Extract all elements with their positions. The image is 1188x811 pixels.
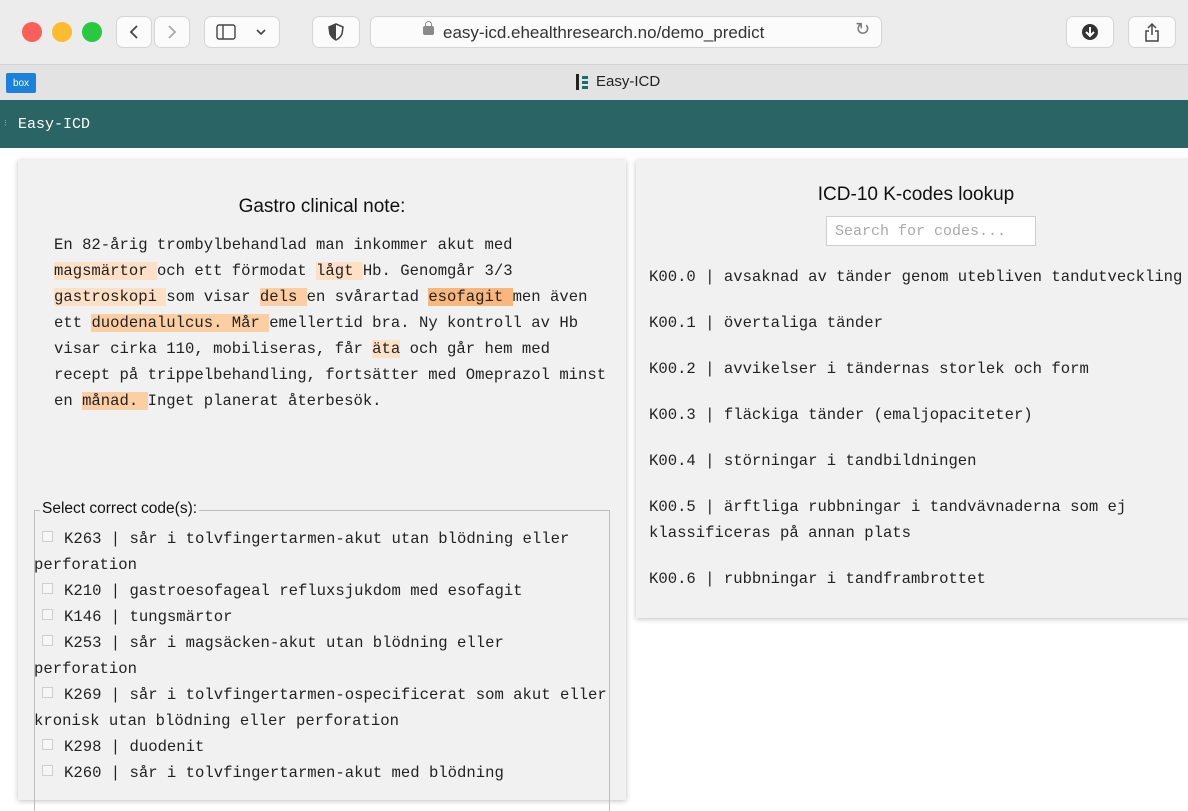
note-segment: En 82-årig trombylbehandlad man inkommer… — [54, 236, 513, 254]
highlighted-term: gastroskopi — [54, 288, 167, 306]
icd-code-item[interactable]: K00.4 | störningar i tandbildningen — [649, 448, 1188, 474]
download-icon — [1082, 24, 1098, 40]
app-title[interactable]: Easy-ICD — [18, 116, 90, 133]
chevron-down-icon — [256, 29, 266, 36]
note-title: Gastro clinical note: — [238, 196, 406, 217]
back-button[interactable] — [116, 16, 152, 48]
sidebar-toggle-button[interactable] — [204, 16, 280, 48]
note-segment: en svårartad — [306, 288, 429, 306]
tab-title-label: Easy-ICD — [596, 73, 661, 90]
note-segment: Inget planerat återbesök. — [147, 392, 382, 410]
code-option-label: K146 | tungsmärtor — [64, 608, 233, 626]
highlighted-term: lågt — [316, 262, 363, 280]
icd-code-item[interactable]: K00.3 | fläckiga tänder (emaljopaciteter… — [649, 402, 1188, 428]
code-option[interactable]: K269 | sår i tolvfingertarmen-ospecifice… — [34, 682, 608, 734]
share-icon — [1145, 22, 1159, 42]
sidebar-icon — [216, 24, 236, 40]
clinical-note-card: Gastro clinical note: En 82-årig trombyl… — [18, 160, 626, 811]
highlighted-term: magsmärtor — [54, 262, 157, 280]
reload-icon[interactable]: ↻ — [855, 19, 870, 40]
chevron-right-icon — [168, 25, 177, 39]
highlighted-term: äta — [372, 340, 401, 358]
checkbox[interactable] — [42, 765, 53, 776]
code-option[interactable]: K253 | sår i magsäcken-akut utan blödnin… — [34, 630, 608, 682]
code-option-label: K253 | sår i magsäcken-akut utan blödnin… — [34, 634, 504, 678]
code-option-label: K298 | duodenit — [64, 738, 205, 756]
icd-code-list: K00.0 | avsaknad av tänder genom utebliv… — [649, 264, 1188, 612]
url-text: easy-icd.ehealthresearch.no/demo_predict — [443, 23, 765, 42]
forward-button[interactable] — [154, 16, 190, 48]
icd-code-item[interactable]: K00.6 | rubbningar i tandframbrottet — [649, 566, 1188, 592]
shield-icon — [328, 23, 344, 41]
checkbox[interactable] — [42, 635, 53, 646]
icd-code-item[interactable]: K00.0 | avsaknad av tänder genom utebliv… — [649, 264, 1188, 290]
code-selection-legend: Select correct code(s): — [40, 500, 200, 518]
zoom-window-icon[interactable] — [82, 22, 102, 42]
lock-icon — [423, 21, 434, 35]
highlighted-term: månad. — [82, 392, 148, 410]
checkbox[interactable] — [42, 687, 53, 698]
code-option[interactable]: K298 | duodenit — [34, 734, 608, 760]
privacy-shield-button[interactable] — [312, 16, 360, 48]
code-option[interactable]: K263 | sår i tolvfingertarmen-akut utan … — [34, 526, 608, 578]
easy-icd-logo-icon: ⁝ — [4, 119, 7, 129]
checkbox[interactable] — [42, 583, 53, 594]
note-segment: Hb. Genomgår 3/3 — [362, 262, 513, 280]
lookup-title: ICD-10 K-codes lookup — [817, 184, 1015, 205]
app-header: ⁝ Easy-ICD — [0, 100, 1188, 148]
note-segment: som visar — [166, 288, 260, 306]
icd-lookup-card: ICD-10 K-codes lookup K00.0 | avsaknad a… — [636, 160, 1188, 618]
code-option-label: K269 | sår i tolvfingertarmen-ospecifice… — [34, 686, 607, 730]
clinical-note-text: En 82-årig trombylbehandlad man inkommer… — [54, 232, 614, 414]
address-bar[interactable]: easy-icd.ehealthresearch.no/demo_predict… — [370, 16, 882, 48]
tab-bar: box Easy-ICD — [0, 64, 1188, 100]
code-option[interactable]: K260 | sår i tolvfingertarmen-akut med b… — [34, 760, 608, 786]
highlighted-term: duodenalulcus. Mår — [91, 314, 270, 332]
checkbox[interactable] — [42, 739, 53, 750]
checkbox[interactable] — [42, 531, 53, 542]
code-option-label: K260 | sår i tolvfingertarmen-akut med b… — [64, 764, 504, 782]
highlighted-term: esofagit — [428, 288, 513, 306]
code-search-input[interactable] — [826, 216, 1036, 246]
active-tab[interactable]: Easy-ICD — [576, 73, 660, 90]
downloads-button[interactable] — [1066, 16, 1114, 48]
minimize-window-icon[interactable] — [52, 22, 72, 42]
close-window-icon[interactable] — [22, 22, 42, 42]
easy-icd-logo-icon — [576, 73, 590, 90]
checkbox[interactable] — [42, 609, 53, 620]
box-bookmark[interactable]: box — [6, 73, 36, 93]
icd-code-item[interactable]: K00.5 | ärftliga rubbningar i tandvävnad… — [649, 494, 1188, 546]
code-option-label: K210 | gastroesofageal refluxsjukdom med… — [64, 582, 523, 600]
code-option[interactable]: K146 | tungsmärtor — [34, 604, 608, 630]
code-selection-list: K263 | sår i tolvfingertarmen-akut utan … — [34, 526, 608, 786]
note-segment: och ett förmodat — [156, 262, 317, 280]
code-option[interactable]: K210 | gastroesofageal refluxsjukdom med… — [34, 578, 608, 604]
code-option-label: K263 | sår i tolvfingertarmen-akut utan … — [34, 530, 570, 574]
icd-code-item[interactable]: K00.2 | avvikelser i tändernas storlek o… — [649, 356, 1188, 382]
share-button[interactable] — [1128, 16, 1176, 48]
chevron-left-icon — [129, 25, 138, 39]
icd-code-item[interactable]: K00.1 | övertaliga tänder — [649, 310, 1188, 336]
highlighted-term: dels — [259, 288, 307, 306]
browser-toolbar: easy-icd.ehealthresearch.no/demo_predict… — [0, 0, 1188, 64]
